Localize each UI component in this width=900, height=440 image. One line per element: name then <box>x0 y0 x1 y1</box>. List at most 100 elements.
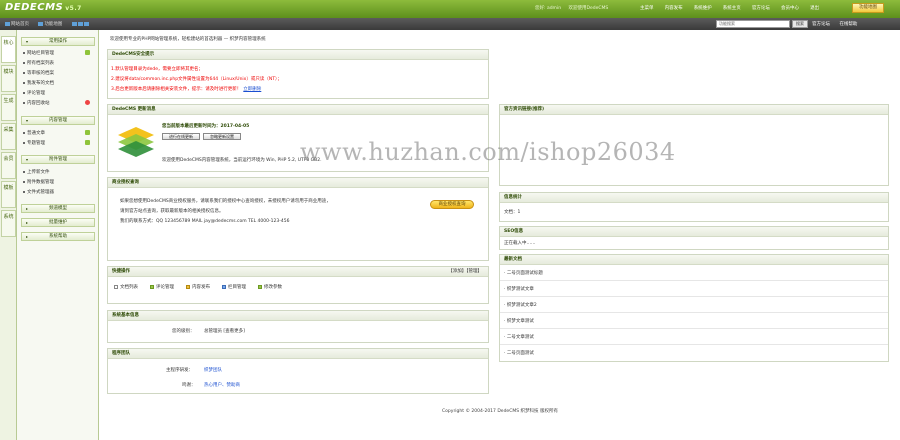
tab-system[interactable]: 系统 <box>1 210 16 237</box>
quick-item-publish[interactable]: 内容发布 <box>186 284 210 290</box>
ignore-update-button[interactable]: 忽略更新设置 <box>203 133 241 140</box>
app-logo[interactable]: DEDECMS v5.7 <box>5 2 82 13</box>
latest-docs-panel: 最新文档 · 二号页面测试标题 · 织梦测试文章 · 织梦测试文章2 · 织梦文… <box>499 254 889 362</box>
nav-item-forum[interactable]: 官方论坛 <box>752 6 770 11</box>
expand-icon: ▸ <box>26 220 29 225</box>
doc-list-item[interactable]: · 二号文章测试 <box>500 330 888 345</box>
left-tab-strip: 核心 模块 生成 采集 会员 模板 系统 <box>0 30 17 440</box>
menu-item-attach-data[interactable]: 附件数据管理 <box>23 179 54 185</box>
comment-icon <box>150 284 154 289</box>
home-icon <box>5 21 10 26</box>
panel-title: 最新文档 <box>500 255 888 265</box>
security-panel: DedeCMS安全提示 1.默认管理目录为dede，需要立即将其更名； 2.建议… <box>107 49 489 99</box>
security-line: 3.后台更新版本后请删除相关安装文件，提示：请及时进行更新！ 立即删除 <box>111 87 262 92</box>
stats-line: 文档：1 <box>504 210 521 215</box>
quick-item-category[interactable]: 栏目管理 <box>222 284 246 290</box>
nav-item-home[interactable]: 系统主页 <box>723 6 741 11</box>
quick-item-settings[interactable]: 修改参数 <box>258 284 282 290</box>
sub-toolbar: 网站首页 功能地图 功能搜索 搜索 官方论坛 在线帮助 <box>0 18 900 30</box>
warning-icon <box>85 100 90 105</box>
seo-panel: SEO信息 正在载入中…… <box>499 226 889 250</box>
menu-item-file-manager[interactable]: 文件式管理器 <box>23 189 54 195</box>
security-line: 1.默认管理目录为dede，需要立即将其更名； <box>111 67 204 72</box>
tab-collect[interactable]: 采集 <box>1 123 16 150</box>
security-line: 2.建议将data/common.inc.php文件属性设置为644（Linux… <box>111 77 282 82</box>
menu-group-batch[interactable]: ▸ 批量维护 <box>21 218 95 227</box>
help-link[interactable]: 在线帮助 <box>839 22 857 27</box>
function-map-link[interactable]: 功能地图 <box>38 21 62 27</box>
menu-group-content[interactable]: ▾ 内容管理 <box>21 116 95 125</box>
tab-core[interactable]: 核心 <box>1 36 16 63</box>
menu-item-upload[interactable]: 上传新文件 <box>23 169 50 175</box>
version-status: 您当前版本最后更新时间为：2017-04-05 <box>162 124 250 129</box>
forum-link[interactable]: 官方论坛 <box>812 22 830 27</box>
doc-list-item[interactable]: · 二号页面测试 <box>500 346 888 361</box>
site-home-link[interactable]: 网站首页 <box>5 21 29 27</box>
team-label: 主程序研发： <box>166 368 193 373</box>
level-label: 您的级别： <box>172 329 195 334</box>
menu-group-attachments[interactable]: ▾ 附件管理 <box>21 155 95 164</box>
nav-item-member[interactable]: 会员中心 <box>781 6 799 11</box>
level-value[interactable]: 总管理员 [查看更多] <box>204 328 245 334</box>
license-query-button[interactable]: 商业授权查询 <box>430 200 474 209</box>
online-update-button[interactable]: 进行在线更新 <box>162 133 200 140</box>
doc-list-item[interactable]: · 二号页面测试标题 <box>500 266 888 281</box>
menu-item-my-docs[interactable]: 我发布的文档 <box>23 80 54 86</box>
nav-item-main-menu[interactable]: 主菜单 <box>640 6 654 11</box>
update-panel: DedeCMS 更新消息 您当前版本最后更新时间为：2017-04-05 进行在… <box>107 104 489 172</box>
search-input[interactable]: 功能搜索 <box>716 20 790 28</box>
tab-template[interactable]: 模板 <box>1 181 16 208</box>
menu-item-all-docs[interactable]: 所有档案列表 <box>23 60 54 66</box>
collapse-icon: ▾ <box>26 157 29 162</box>
add-icon[interactable] <box>85 140 90 145</box>
panel-title: DedeCMS 更新消息 <box>108 105 488 115</box>
license-text: 请到官方站点查询，获取最新版本的相关授权信息。 <box>120 209 224 214</box>
add-icon[interactable] <box>85 50 90 55</box>
nav-item-logout[interactable]: 退出 <box>810 6 819 11</box>
panel-title: 系统基本信息 <box>108 311 488 321</box>
search-button[interactable]: 搜索 <box>792 20 808 28</box>
publish-icon <box>186 284 190 289</box>
panel-title: 信息统计 <box>500 193 888 203</box>
menu-group-common[interactable]: ▾ 常用操作 <box>21 37 95 46</box>
view-switch-icons[interactable] <box>71 21 90 27</box>
menu-item-category[interactable]: 网站栏目管理 <box>23 50 90 56</box>
doc-list-item[interactable]: · 织梦测试文章 <box>500 282 888 297</box>
nav-item-maintenance[interactable]: 系统维护 <box>694 6 712 11</box>
quick-actions-panel: 快捷操作 【添加】【管理】 文档列表 评论管理 内容发布 栏目管理 修改参数 <box>107 266 489 304</box>
menu-group-help[interactable]: ▸ 系统帮助 <box>21 232 95 241</box>
sysinfo-panel: 系统基本信息 您的级别： 总管理员 [查看更多] <box>107 310 489 343</box>
quick-manage-links[interactable]: 【添加】【管理】 <box>448 267 482 276</box>
quick-item-comments[interactable]: 评论管理 <box>150 284 174 290</box>
team-value-link[interactable]: 织梦团队 <box>204 367 222 373</box>
collapse-icon: ▾ <box>26 39 29 44</box>
menu-item-article[interactable]: 普通文章 <box>23 130 90 136</box>
footer-copyright: Copyright © 2004-2017 DedeCMS 织梦科技 版权所有 <box>442 409 558 414</box>
quick-item-doc-list[interactable]: 文档列表 <box>114 284 138 290</box>
user-greeting: 您好: admin <box>535 6 562 11</box>
category-icon <box>222 284 226 289</box>
thanks-value-link[interactable]: 热心用户、赞助商 <box>204 382 240 388</box>
function-map-button[interactable]: 功能地图 <box>852 3 884 13</box>
add-icon[interactable] <box>85 130 90 135</box>
menu-item-pending[interactable]: 等审核的档案 <box>23 70 54 76</box>
delete-now-link[interactable]: 立即删除 <box>243 87 261 92</box>
menu-item-comments[interactable]: 评论管理 <box>23 90 45 96</box>
team-label: 鸣谢： <box>182 383 196 388</box>
menu-item-recycle[interactable]: 内容回收站 <box>23 100 90 106</box>
tab-member[interactable]: 会员 <box>1 152 16 179</box>
doc-list-item[interactable]: · 织梦文章测试 <box>500 314 888 329</box>
expand-icon: ▸ <box>26 234 29 239</box>
stats-panel: 信息统计 文档：1 <box>499 192 889 222</box>
menu-item-special[interactable]: 专题管理 <box>23 140 90 146</box>
tab-module[interactable]: 模块 <box>1 65 16 92</box>
top-nav: 主菜单 内容发布 系统维护 系统主页 官方论坛 会员中心 退出 <box>640 5 829 11</box>
doc-list-item[interactable]: · 织梦测试文章2 <box>500 298 888 313</box>
panel-title: SEO信息 <box>500 227 888 237</box>
menu-group-channel[interactable]: ▸ 频道模型 <box>21 204 95 213</box>
nav-item-publish[interactable]: 内容发布 <box>665 6 683 11</box>
tab-generate[interactable]: 生成 <box>1 94 16 121</box>
recommend-panel: 官方资讯链接(推荐) <box>499 104 889 186</box>
panel-title: 商业授权查询 <box>108 178 488 188</box>
map-icon <box>38 21 44 26</box>
